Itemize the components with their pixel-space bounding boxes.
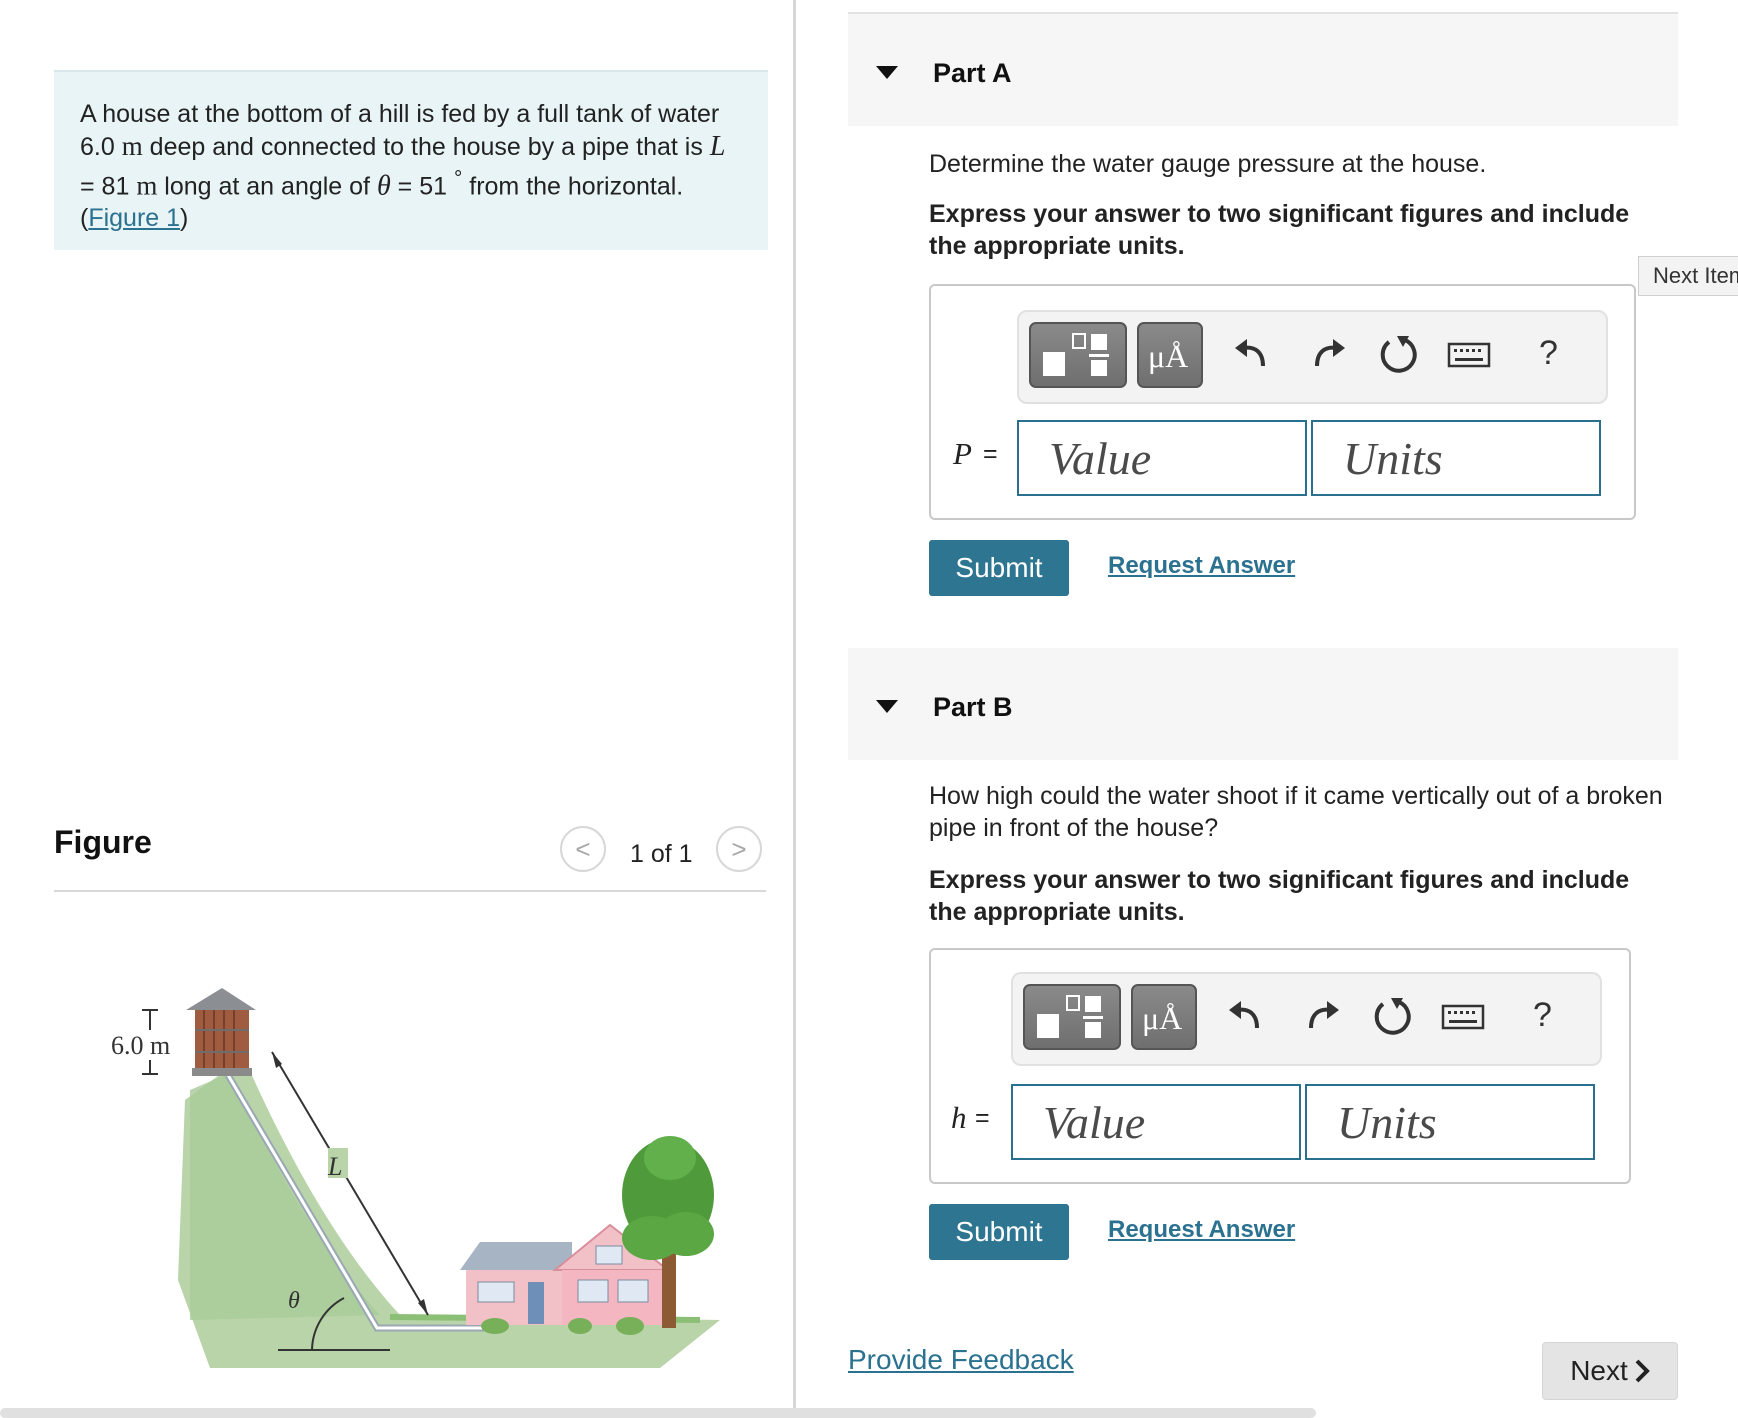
equals-sign: = [983, 440, 998, 468]
equals-sign: = [975, 1104, 990, 1132]
part-a-instruction: Express your answer to two significant f… [929, 200, 1630, 260]
fraction-template-icon [1043, 333, 1109, 376]
horizontal-scrollbar[interactable] [0, 1408, 1316, 1418]
units-button[interactable]: μÅ [1131, 984, 1197, 1050]
figure-next-button[interactable]: > [716, 826, 762, 872]
part-a-header[interactable]: Part A [848, 14, 1678, 126]
figure-prev-button[interactable]: < [560, 826, 606, 872]
var-L: L [709, 131, 726, 162]
undo-icon[interactable] [1229, 330, 1277, 378]
collapse-triangle-icon[interactable] [876, 66, 898, 79]
problem-statement: A house at the bottom of a hill is fed b… [54, 70, 768, 250]
part-a-title: Part A [933, 58, 1012, 88]
problem-text: deep and connected to the house by a pip… [142, 133, 710, 161]
label-theta: θ [288, 1288, 300, 1314]
water-tank [186, 988, 256, 1076]
part-b-instruction: Express your answer to two significant f… [929, 866, 1630, 926]
units-input[interactable] [1311, 420, 1601, 496]
part-a-submit-button[interactable]: Submit [929, 540, 1069, 596]
part-b-request-answer-link[interactable]: Request Answer [1108, 1216, 1295, 1244]
template-button[interactable] [1029, 322, 1127, 388]
problem-text: = 51 [390, 172, 454, 201]
figure-illustration: θ L 6.0 m [110, 988, 720, 1368]
var-theta: θ [376, 170, 391, 202]
figure-link[interactable]: Figure 1 [88, 204, 180, 232]
panel-divider [793, 0, 796, 1408]
part-a-request-answer-link[interactable]: Request Answer [1108, 552, 1295, 580]
part-b-answer-box: μÅ ? h = [929, 948, 1631, 1184]
figure-pager-count: 1 of 1 [630, 840, 693, 868]
chevron-right-icon: > [731, 833, 747, 864]
units-input[interactable] [1305, 1084, 1595, 1160]
chevron-right-icon [1635, 1359, 1650, 1383]
part-a-toolbar: μÅ ? [1017, 310, 1608, 404]
redo-icon[interactable] [1303, 330, 1351, 378]
unit-m: m [136, 170, 158, 201]
part-a-answer-box: μÅ ? P = [929, 284, 1636, 520]
template-button[interactable] [1023, 984, 1121, 1050]
part-b-question: How high could the water shoot if it cam… [929, 782, 1663, 842]
unit-m: m [121, 131, 143, 161]
reset-icon[interactable] [1369, 992, 1417, 1040]
value-input[interactable] [1017, 420, 1307, 496]
collapse-triangle-icon[interactable] [876, 700, 898, 713]
keyboard-icon[interactable] [1439, 992, 1487, 1040]
next-label: Next [1570, 1355, 1628, 1386]
problem-text: = 81 [80, 172, 137, 201]
undo-icon[interactable] [1223, 992, 1271, 1040]
fraction-template-icon [1037, 995, 1103, 1038]
provide-feedback-link[interactable]: Provide Feedback [848, 1344, 1074, 1376]
next-item-tab[interactable]: Next Item [1638, 256, 1738, 296]
variable-label: P [953, 436, 972, 471]
keyboard-icon[interactable] [1445, 330, 1493, 378]
part-b-toolbar: μÅ ? [1011, 972, 1602, 1066]
next-button[interactable]: Next [1542, 1342, 1678, 1400]
redo-icon[interactable] [1297, 992, 1345, 1040]
label-height: 6.0 m [111, 1031, 170, 1060]
help-icon[interactable]: ? [1539, 334, 1558, 373]
reset-icon[interactable] [1375, 330, 1423, 378]
units-button[interactable]: μÅ [1137, 322, 1203, 388]
part-a-question: Determine the water gauge pressure at th… [929, 150, 1487, 178]
help-icon[interactable]: ? [1533, 996, 1552, 1035]
part-b-header[interactable]: Part B [848, 648, 1678, 760]
units-label: μÅ [1142, 1000, 1183, 1036]
figure-title: Figure [54, 824, 152, 860]
units-label: μÅ [1148, 338, 1189, 374]
label-L: L [327, 1152, 342, 1181]
part-b-title: Part B [933, 692, 1013, 722]
value-input[interactable] [1011, 1084, 1301, 1160]
chevron-left-icon: < [575, 833, 591, 864]
variable-label: h [951, 1100, 967, 1135]
figure-divider [54, 890, 766, 892]
problem-text: ) [180, 204, 189, 233]
part-b-submit-button[interactable]: Submit [929, 1204, 1069, 1260]
problem-text: long at an angle of [157, 172, 377, 201]
